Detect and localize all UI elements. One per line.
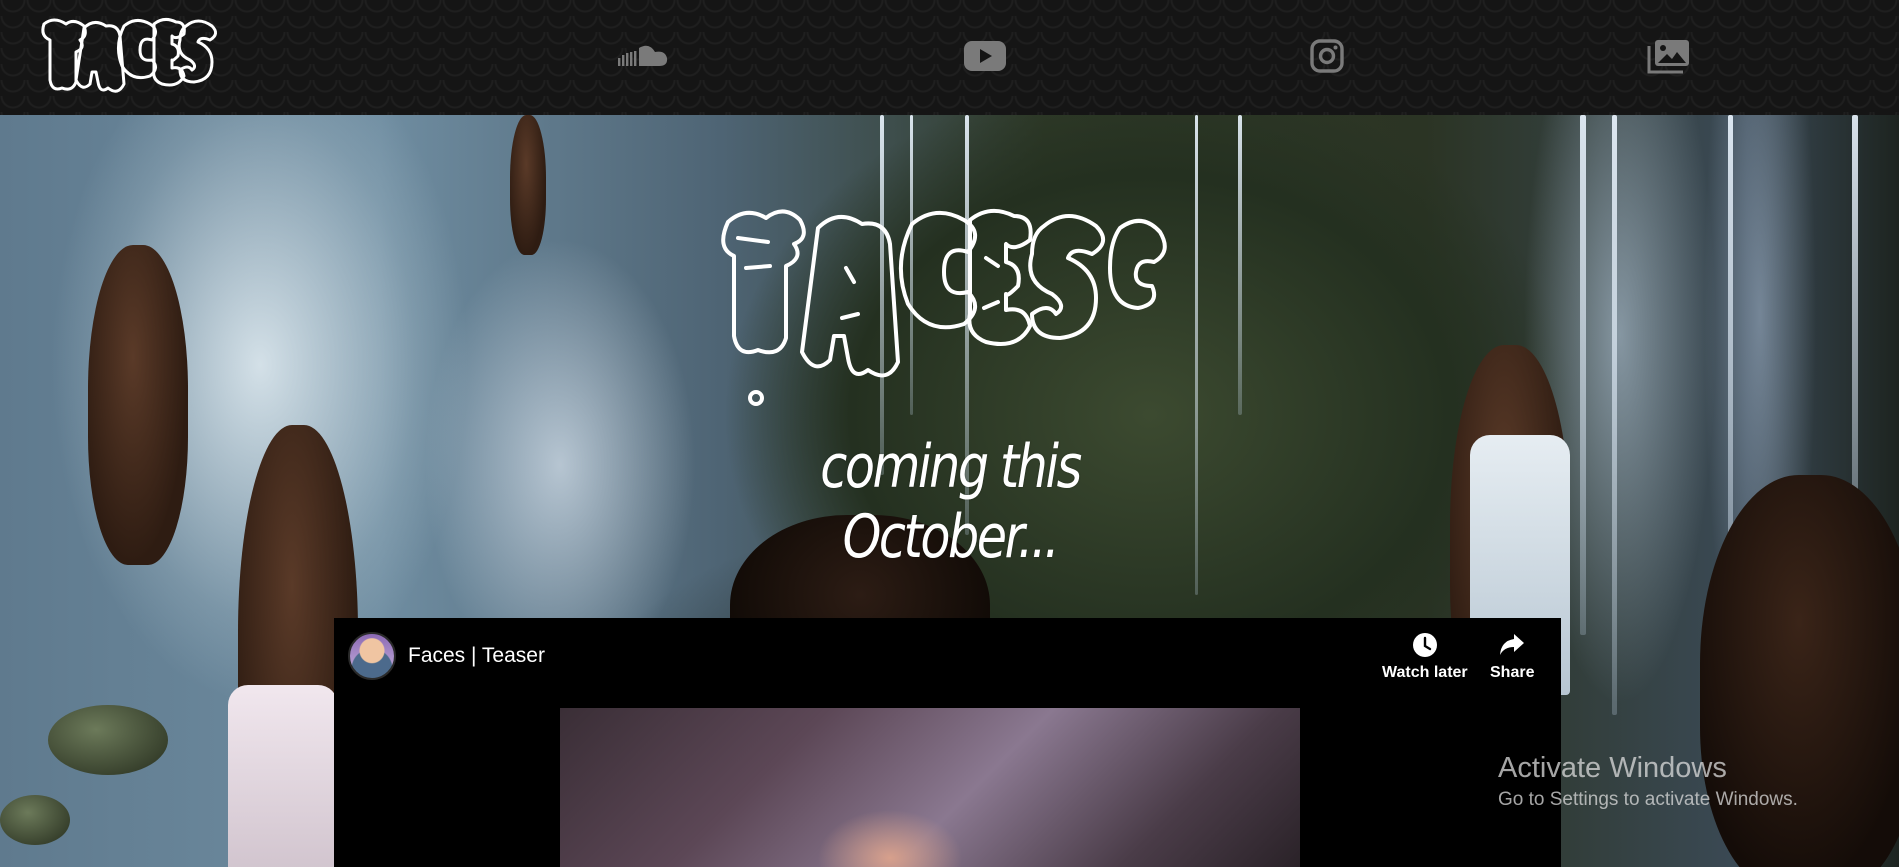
- share-arrow-icon: [1500, 634, 1525, 655]
- waterfall-streak: [1612, 115, 1617, 715]
- waterfall-streak: [1195, 115, 1198, 595]
- video-thumbnail[interactable]: [560, 708, 1300, 867]
- faces-logo[interactable]: [36, 14, 222, 102]
- video-title[interactable]: Faces | Teaser: [408, 644, 545, 668]
- clock-icon: [1412, 633, 1437, 657]
- watermark-subtitle: Go to Settings to activate Windows.: [1498, 789, 1798, 810]
- share-label: Share: [1490, 664, 1535, 681]
- soundcloud-icon[interactable]: [618, 36, 668, 76]
- instagram-icon[interactable]: [1302, 36, 1352, 76]
- gallery-icon[interactable]: [1644, 36, 1694, 76]
- waterfall-streak: [1238, 115, 1242, 415]
- person-figure: [88, 245, 188, 565]
- tagline-text: coming this October...: [820, 432, 1082, 572]
- watermark-title: Activate Windows: [1498, 752, 1727, 784]
- top-navigation-bar: [0, 0, 1899, 115]
- activate-windows-watermark: Activate Windows Go to Settings to activ…: [1498, 752, 1798, 811]
- faces-hero-logo: [721, 208, 1167, 406]
- person-cloth: [228, 685, 338, 867]
- watch-later-label: Watch later: [1382, 664, 1468, 681]
- river-rock: [0, 795, 70, 845]
- waterfall-streak: [1580, 115, 1586, 635]
- youtube-icon[interactable]: [960, 36, 1010, 76]
- river-rock: [48, 705, 168, 775]
- channel-avatar[interactable]: [348, 632, 396, 680]
- watch-later-button[interactable]: Watch later: [1382, 632, 1468, 682]
- youtube-video-embed[interactable]: Faces | Teaser Watch later Share: [334, 618, 1561, 867]
- share-button[interactable]: Share: [1490, 632, 1534, 682]
- person-figure: [510, 115, 546, 255]
